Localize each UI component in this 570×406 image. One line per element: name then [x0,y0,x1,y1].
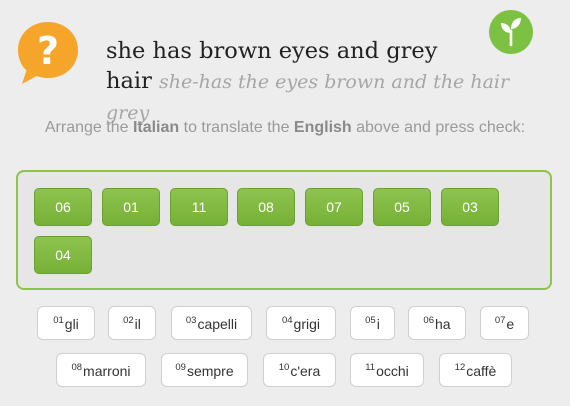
word-tile-il[interactable]: 02il [108,306,156,340]
word-tile-sempre[interactable]: 09sempre [161,353,248,387]
literal-translation: she-has the eyes brown and the hair grey [106,71,510,124]
word-label: grigi [293,316,321,332]
word-label: capelli [197,316,238,332]
word-tile-i[interactable]: 05i [350,306,395,340]
word-number: 10 [278,362,290,373]
answer-tile[interactable]: 07 [305,188,363,226]
word-label: e [506,316,515,332]
word-label: sempre [186,363,234,379]
english-sentence-line2: hair [106,68,152,94]
instructions-text: Arrange the Italian to translate the Eng… [44,119,526,136]
word-tile-gli[interactable]: 01gli [37,306,95,340]
word-number: 09 [175,362,186,373]
prompt-sentence: she has brown eyes and grey hair she-has… [106,36,556,128]
word-label: marroni [83,363,131,379]
word-label: caffè [466,363,497,379]
word-number: 06 [423,315,434,326]
word-tile-marroni[interactable]: 08marroni [56,353,146,387]
word-tile-occhi[interactable]: 11occhi [350,353,424,387]
word-label: c'era [290,363,321,379]
target-language: English [293,119,352,136]
word-label: occhi [376,363,409,379]
question-bubble-icon: ? [18,22,78,84]
word-tile-e[interactable]: 07e [480,306,529,340]
english-sentence-line1: she has brown eyes and grey [106,38,438,64]
word-number: 12 [454,362,466,373]
word-label: il [134,316,141,332]
word-label: gli [64,316,79,332]
word-tile-caffe[interactable]: 12caffè [439,353,512,387]
word-number: 05 [365,315,376,326]
answer-tile[interactable]: 08 [237,188,295,226]
word-number: 11 [365,362,376,373]
word-tile-capelli[interactable]: 03capelli [171,306,252,340]
answer-tile[interactable]: 11 [170,188,228,226]
word-number: 01 [53,315,64,326]
word-tile-cera[interactable]: 10c'era [263,353,336,387]
answer-tile[interactable]: 06 [34,188,92,226]
source-language: Italian [132,119,180,136]
word-number: 04 [281,315,293,326]
exercise-page: ? she has brown eyes and grey hair she-h… [0,0,570,406]
word-label: i [376,316,380,332]
answer-drop-zone[interactable]: 06 01 11 08 07 05 03 04 [16,170,552,290]
word-label: ha [435,316,451,332]
answer-tile[interactable]: 03 [441,188,499,226]
answer-tile[interactable]: 05 [373,188,431,226]
word-tile-ha[interactable]: 06ha [408,306,466,340]
word-number: 07 [494,315,506,326]
word-number: 03 [185,315,197,326]
answer-tile[interactable]: 01 [102,188,160,226]
word-number: 02 [123,315,134,326]
word-number: 08 [71,362,83,373]
svg-text:?: ? [37,29,59,73]
word-tile-grigi[interactable]: 04grigi [266,306,336,340]
answer-tile[interactable]: 04 [34,236,92,274]
